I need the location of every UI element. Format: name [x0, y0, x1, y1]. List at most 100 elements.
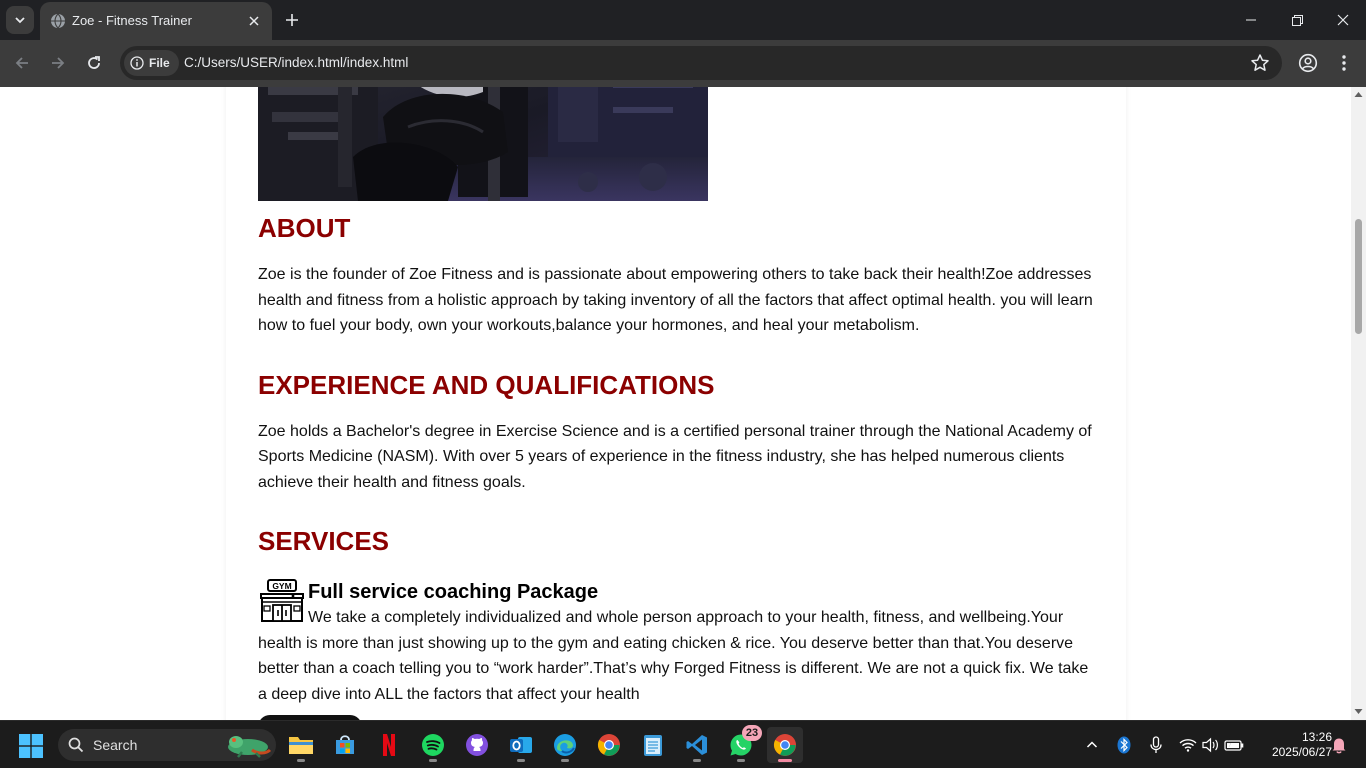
clock-date: 2025/06/27: [1271, 745, 1332, 759]
windows-taskbar: Search 23 13:26 2025/06/27: [0, 720, 1366, 768]
minimize-button[interactable]: [1228, 0, 1274, 40]
info-icon: [130, 56, 144, 70]
plus-icon: [286, 14, 298, 26]
taskbar-chrome[interactable]: [591, 727, 627, 763]
experience-text: Zoe holds a Bachelor's degree in Exercis…: [258, 422, 1092, 491]
tray-notifications[interactable]: [1329, 735, 1349, 755]
reload-button[interactable]: [79, 48, 109, 78]
wifi-icon: [1179, 739, 1197, 752]
battery-charging-icon: [1224, 738, 1244, 751]
chevron-down-icon: [15, 17, 25, 24]
volume-icon: [1202, 737, 1218, 753]
outlook-icon: [510, 737, 532, 753]
taskbar-github-desktop[interactable]: [459, 727, 495, 763]
minimize-icon: [1246, 19, 1256, 21]
file-chip-label: File: [149, 56, 170, 70]
scroll-down-arrow-icon[interactable]: [1354, 707, 1363, 716]
arrow-left-icon: [15, 57, 28, 69]
tray-wifi[interactable]: [1178, 735, 1198, 755]
app-running-indicator: [297, 759, 305, 762]
notification-badge: 23: [742, 725, 762, 741]
gym-icon: GYM: [260, 579, 304, 622]
taskbar-outlook[interactable]: [503, 727, 539, 763]
forward-button[interactable]: [43, 48, 73, 78]
taskbar-chrome-active[interactable]: [767, 727, 803, 763]
url-text[interactable]: C:/Users/USER/index.html/index.html: [184, 55, 408, 70]
experience-section: EXPERIENCE AND QUALIFICATIONS Zoe holds …: [258, 369, 1098, 496]
app-active-indicator: [778, 759, 792, 762]
chevron-up-icon: [1086, 741, 1098, 748]
search-icon: [68, 737, 84, 753]
address-bar[interactable]: File C:/Users/USER/index.html/index.html: [120, 46, 1282, 80]
notification-bell-icon: [1332, 738, 1346, 754]
services-heading: SERVICES: [258, 526, 390, 556]
scroll-up-arrow-icon[interactable]: [1354, 90, 1363, 99]
service-description: We take a completely individualized and …: [258, 609, 1089, 703]
github-icon: [466, 734, 488, 756]
vscode-icon: [686, 735, 707, 755]
more-vertical-icon: [1342, 55, 1346, 71]
tray-battery[interactable]: [1224, 735, 1244, 755]
about-section: ABOUT Zoe is the founder of Zoe Fitness …: [258, 212, 1098, 339]
app-running-indicator: [737, 759, 745, 762]
browser-toolbar: File C:/Users/USER/index.html/index.html: [0, 40, 1366, 87]
close-icon: [1337, 14, 1349, 26]
service-title: Full service coaching Package: [308, 581, 599, 603]
site-info-chip[interactable]: File: [124, 50, 179, 76]
bookmark-star-icon[interactable]: [1250, 53, 1270, 73]
app-running-indicator: [693, 759, 701, 762]
tray-overflow-button[interactable]: [1082, 735, 1102, 755]
clock-time: 13:26: [1301, 730, 1332, 744]
service-item: GYM Full service coaching Package We tak…: [258, 577, 1098, 707]
tab-search-button[interactable]: [6, 6, 34, 34]
taskbar-search[interactable]: Search: [58, 729, 276, 761]
trainer-photo: [258, 87, 708, 201]
chrome-icon: [597, 734, 620, 756]
app-running-indicator: [561, 759, 569, 762]
microphone-icon: [1150, 736, 1162, 753]
folder-icon: [289, 737, 313, 754]
taskbar-file-explorer[interactable]: [283, 727, 319, 763]
taskbar-vscode[interactable]: [679, 727, 715, 763]
tray-bluetooth[interactable]: [1114, 735, 1134, 755]
taskbar-netflix[interactable]: [371, 727, 407, 763]
profile-icon: [1298, 53, 1318, 73]
content-container: ABOUT Zoe is the founder of Zoe Fitness …: [226, 87, 1126, 720]
back-button[interactable]: [7, 48, 37, 78]
profile-button[interactable]: [1297, 52, 1319, 74]
netflix-icon: [383, 734, 395, 756]
taskbar-spotify[interactable]: [415, 727, 451, 763]
tab-close-button[interactable]: [244, 11, 264, 31]
tab-active[interactable]: Zoe - Fitness Trainer: [40, 2, 272, 40]
tray-volume[interactable]: [1201, 735, 1221, 755]
restore-button[interactable]: [1274, 0, 1320, 40]
about-heading: ABOUT: [258, 213, 351, 243]
about-text: Zoe is the founder of Zoe Fitness and is…: [258, 266, 1093, 334]
taskbar-microsoft-store[interactable]: [327, 727, 363, 763]
gym-photo-illustration: [258, 87, 708, 201]
windows-start-icon[interactable]: [18, 733, 44, 759]
search-label: Search: [93, 737, 138, 753]
page-content: ABOUT Zoe is the founder of Zoe Fitness …: [258, 212, 1098, 720]
tray-microphone[interactable]: [1146, 735, 1166, 755]
page-scrollbar[interactable]: [1351, 87, 1366, 720]
scrollbar-thumb[interactable]: [1355, 219, 1362, 334]
taskbar-notepad[interactable]: [635, 727, 671, 763]
close-window-button[interactable]: [1320, 0, 1366, 40]
taskbar-whatsapp[interactable]: 23: [723, 725, 762, 763]
taskbar-edge[interactable]: [547, 727, 583, 763]
restore-icon: [1291, 14, 1303, 26]
new-tab-button[interactable]: [280, 8, 304, 32]
services-section: SERVICES GYM Full service coaching Packa…: [258, 525, 1098, 707]
browser-menu-button[interactable]: [1333, 52, 1355, 74]
tab-title: Zoe - Fitness Trainer: [72, 13, 192, 28]
page-viewport: ABOUT Zoe is the founder of Zoe Fitness …: [0, 87, 1351, 720]
browser-tab-strip: Zoe - Fitness Trainer: [0, 0, 1366, 40]
app-running-indicator: [517, 759, 525, 762]
chrome-icon: [773, 734, 796, 756]
bluetooth-icon: [1117, 736, 1131, 754]
svg-text:GYM: GYM: [272, 581, 291, 591]
close-icon: [249, 16, 259, 26]
app-running-indicator: [429, 759, 437, 762]
taskbar-clock[interactable]: 13:26 2025/06/27: [1252, 730, 1332, 760]
